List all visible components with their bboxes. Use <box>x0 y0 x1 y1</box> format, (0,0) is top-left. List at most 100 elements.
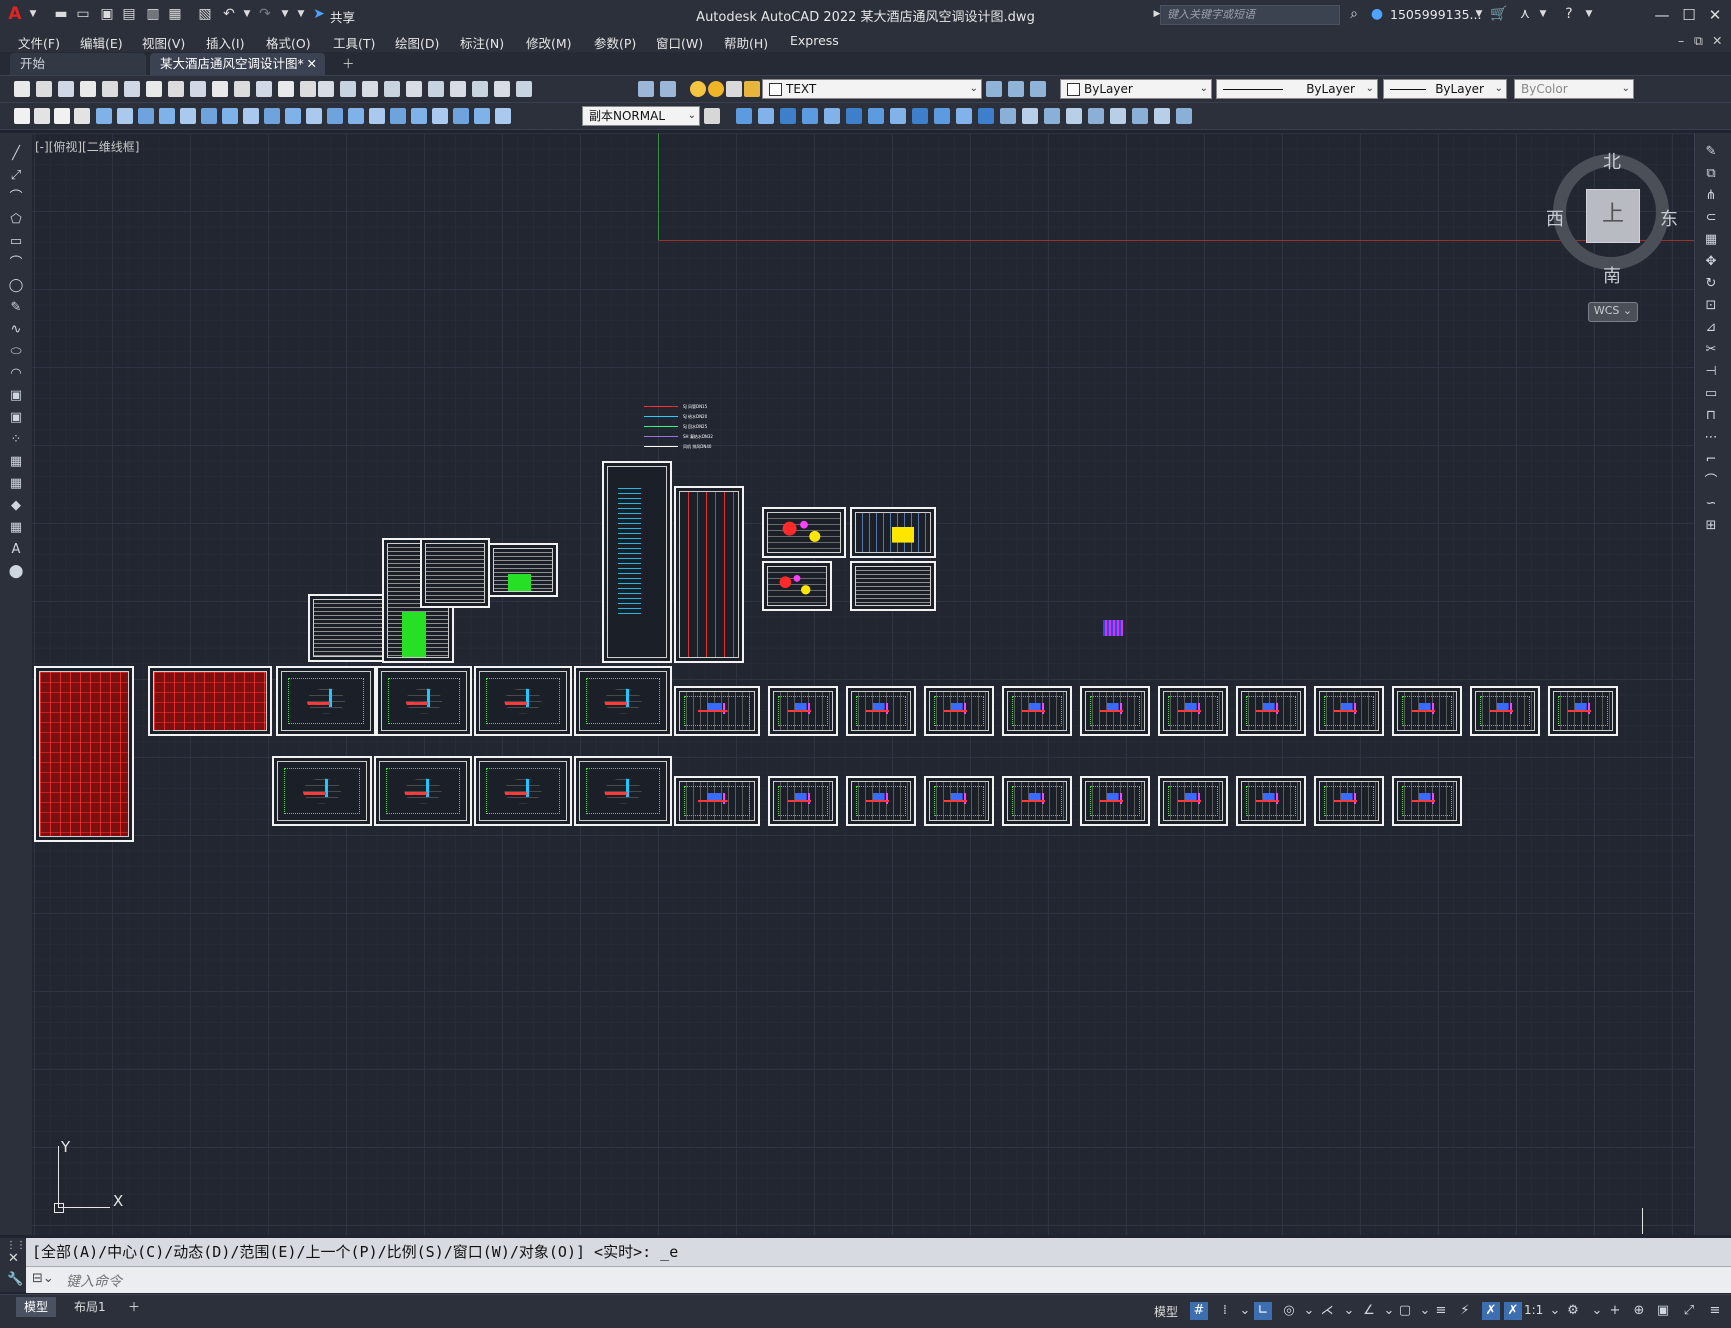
save-icon[interactable]: ▣ <box>98 5 116 23</box>
viewcube-top-face[interactable]: 上 <box>1586 189 1640 243</box>
modify-tool-icon[interactable] <box>978 108 994 124</box>
status-toggle-0-icon[interactable]: # <box>1190 1302 1208 1320</box>
modify-tool-10-icon[interactable]: ⊣ <box>1702 363 1720 381</box>
ucs-menu[interactable]: WCS ⌄ <box>1588 302 1638 322</box>
dimension-tool-icon[interactable] <box>285 108 301 124</box>
drawing-sheet[interactable] <box>924 776 994 826</box>
status-toggle-3-icon[interactable]: ∟ <box>1254 1302 1272 1320</box>
customize-quick-access-icon[interactable]: ▼ <box>292 5 310 23</box>
draw-tool-15-icon[interactable]: ▦ <box>7 475 25 493</box>
draw-tool-13-icon[interactable]: ⁘ <box>7 431 25 449</box>
modify-tool-icon[interactable] <box>736 108 752 124</box>
dimension-tool-icon[interactable] <box>369 108 385 124</box>
modify-ii-tool-icon[interactable] <box>1132 108 1148 124</box>
dimension-tool-icon[interactable] <box>117 108 133 124</box>
standard-tool-icon[interactable] <box>278 81 294 97</box>
autocad-logo-icon[interactable]: A <box>6 4 24 24</box>
draw-order-tool-icon[interactable] <box>14 108 30 124</box>
status-toggle-8-icon[interactable]: ∠ <box>1360 1302 1378 1320</box>
dimension-update-tool-icon[interactable] <box>704 108 720 124</box>
menu-express[interactable]: Express <box>790 33 839 48</box>
status-toggle-20-icon[interactable]: ⊕ <box>1630 1302 1648 1320</box>
layer-previous-icon[interactable] <box>1030 81 1046 97</box>
status-toggle-17-icon[interactable]: ⚙ <box>1564 1302 1582 1320</box>
layer-freeze-icon[interactable] <box>708 81 724 97</box>
viewport-controls-label[interactable]: [-][俯视][二维线框] <box>35 138 139 155</box>
view-tool-icon[interactable] <box>362 81 378 97</box>
close-button[interactable]: ✕ <box>1703 4 1727 26</box>
drawing-sheet[interactable] <box>1158 776 1228 826</box>
layer-lock-icon[interactable] <box>726 81 742 97</box>
modify-ii-tool-icon[interactable] <box>1044 108 1060 124</box>
standard-tool-icon[interactable] <box>58 81 74 97</box>
app-dropdown-icon[interactable]: ▼ <box>1534 5 1552 23</box>
drawing-sheet[interactable] <box>474 666 572 736</box>
add-layout-button[interactable]: ＋ <box>120 1297 148 1317</box>
dimstyle-dropdown[interactable]: 副本NORMAL ⌄ <box>582 106 700 126</box>
standard-tool-icon[interactable] <box>168 81 184 97</box>
layer-properties-tool-icon[interactable] <box>660 81 676 97</box>
standard-tool-icon[interactable] <box>256 81 272 97</box>
draw-order-tool-icon[interactable] <box>34 108 50 124</box>
linetype-dropdown[interactable]: ByLayer ⌄ <box>1216 79 1378 99</box>
drawing-sheet[interactable] <box>488 543 558 597</box>
open-file-icon[interactable]: ▭ <box>74 5 92 23</box>
status-toggle-14-icon[interactable]: ✗ <box>1482 1302 1500 1320</box>
customize-command-icon[interactable]: 🔧 <box>7 1272 23 1287</box>
status-toggle-23-icon[interactable]: ≡ <box>1706 1302 1724 1320</box>
menu-format[interactable]: 格式(O) <box>266 33 311 52</box>
modify-tool-2-icon[interactable]: ⋔ <box>1702 187 1720 205</box>
status-toggle-19-icon[interactable]: + <box>1606 1302 1624 1320</box>
drawing-sheet[interactable] <box>272 756 372 826</box>
drawing-sheet[interactable] <box>1002 686 1072 736</box>
standard-tool-icon[interactable] <box>14 81 30 97</box>
drawing-sheet[interactable] <box>762 507 846 558</box>
drawing-sheet[interactable] <box>1548 686 1618 736</box>
drawing-canvas[interactable]: SJ 风管DN15 SJ 给水DN20 SJ 回水DN25 SH 凝结水DN32 风机 … <box>32 133 1694 1235</box>
share-label[interactable]: 共享 <box>330 7 355 26</box>
drawing-sheet[interactable] <box>846 776 916 826</box>
save-as-icon[interactable]: ▤ <box>120 5 138 23</box>
dimension-tool-icon[interactable] <box>138 108 154 124</box>
draw-tool-6-icon[interactable]: ◯ <box>7 277 25 295</box>
drawing-sheet[interactable] <box>1314 776 1384 826</box>
view-tool-icon[interactable] <box>406 81 422 97</box>
modify-tool-icon[interactable] <box>802 108 818 124</box>
menu-file[interactable]: 文件(F) <box>18 33 60 52</box>
draw-tool-2-icon[interactable]: ⌒ <box>7 189 25 207</box>
maximize-button[interactable]: ☐ <box>1677 4 1701 26</box>
modify-tool-0-icon[interactable]: ✎ <box>1702 143 1720 161</box>
dimension-tool-icon[interactable] <box>243 108 259 124</box>
compass-east[interactable]: 东 <box>1660 205 1678 231</box>
modify-tool-1-icon[interactable]: ⧉ <box>1702 165 1720 183</box>
autodesk-app-icon[interactable]: ⋏ <box>1516 5 1534 23</box>
standard-tool-icon[interactable] <box>190 81 206 97</box>
make-current-icon[interactable] <box>986 81 1002 97</box>
search-input[interactable]: 键入关键字或短语 <box>1160 5 1340 25</box>
view-tool-icon[interactable] <box>494 81 510 97</box>
app-menu-arrow-icon[interactable]: ▼ <box>24 5 42 23</box>
drawing-sheet[interactable] <box>762 561 832 611</box>
cart-icon[interactable]: 🛒 <box>1490 5 1508 23</box>
status-toggle-5-icon[interactable]: ⌄ <box>1300 1302 1318 1320</box>
draw-order-tool-icon[interactable] <box>74 108 90 124</box>
compass-south[interactable]: 南 <box>1603 262 1621 288</box>
annotation-scale[interactable]: 1:1 <box>1524 1303 1543 1317</box>
user-dropdown-icon[interactable]: ▼ <box>1470 5 1488 23</box>
draw-tool-0-icon[interactable]: ╱ <box>7 145 25 163</box>
view-tool-icon[interactable] <box>318 81 334 97</box>
user-name[interactable]: 1505999135... <box>1390 7 1481 22</box>
layer-on-icon[interactable] <box>690 81 706 97</box>
tab-drawing[interactable]: 某大酒店通风空调设计图* ✕ <box>150 53 325 75</box>
share-icon[interactable]: ➤ <box>310 5 328 23</box>
status-toggle-1-icon[interactable]: ⁞ <box>1216 1302 1234 1320</box>
undo-icon[interactable]: ↶ <box>220 5 238 23</box>
status-toggle-2-icon[interactable]: ⌄ <box>1236 1302 1254 1320</box>
draw-tool-5-icon[interactable]: ⌒ <box>7 255 25 273</box>
modify-tool-icon[interactable] <box>912 108 928 124</box>
modify-ii-tool-icon[interactable] <box>1000 108 1016 124</box>
minimize-button[interactable]: — <box>1650 4 1674 26</box>
modify-tool-9-icon[interactable]: ✂ <box>1702 341 1720 359</box>
command-line[interactable]: ⊟⌄ <box>26 1266 1731 1293</box>
new-file-icon[interactable]: ▬ <box>52 5 70 23</box>
